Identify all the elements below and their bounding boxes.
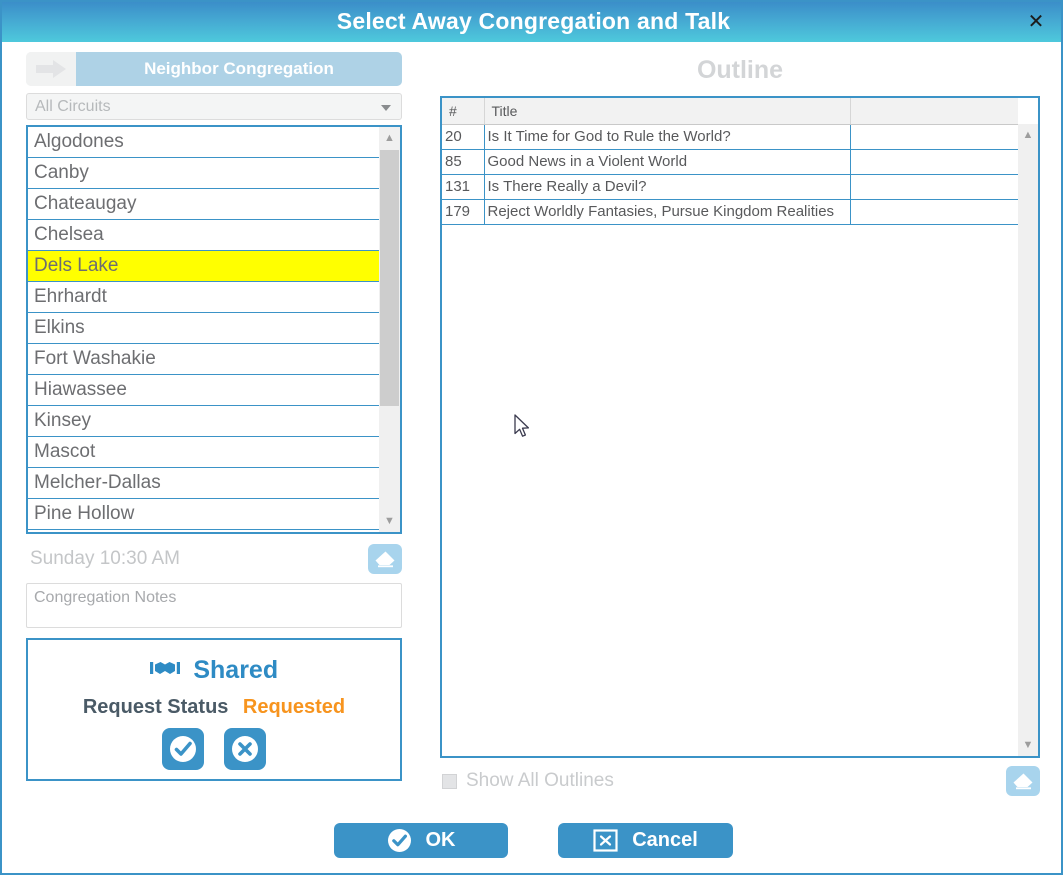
shared-heading: Shared bbox=[28, 656, 400, 685]
request-status-label: Request Status bbox=[82, 696, 229, 718]
column-header-title[interactable]: Title bbox=[484, 98, 851, 125]
cell-title: Good News in a Violent World bbox=[484, 149, 851, 175]
congregation-list[interactable]: Algodones Canby Chateaugay Chelsea Dels Lake… bbox=[26, 125, 402, 534]
outline-scrollbar[interactable]: ▲ ▼ bbox=[1018, 124, 1038, 756]
list-item[interactable]: Kinsey bbox=[28, 406, 379, 437]
list-item[interactable]: Mascot bbox=[28, 437, 379, 468]
column-header-extra[interactable] bbox=[850, 98, 1018, 125]
cell-extra bbox=[850, 174, 1018, 200]
table-row[interactable]: 20 Is It Time for God to Rule the World? bbox=[442, 124, 1018, 150]
cell-extra bbox=[850, 199, 1018, 225]
clear-outline-button[interactable] bbox=[1006, 766, 1040, 796]
cell-number: 131 bbox=[442, 174, 485, 200]
meeting-time-row: Sunday 10:30 AM bbox=[26, 542, 402, 576]
request-status-row: Request Status Requested bbox=[28, 696, 400, 719]
check-circle-icon bbox=[387, 828, 412, 853]
list-item[interactable]: Ehrhardt bbox=[28, 282, 379, 313]
request-status-value: Requested bbox=[242, 696, 346, 718]
chevron-down-icon bbox=[381, 105, 391, 111]
outline-table: # Title 20 Is It Time for God to Rule the… bbox=[442, 98, 1018, 225]
congregation-notes-input[interactable]: Congregation Notes bbox=[26, 583, 402, 628]
scroll-down-icon[interactable]: ▼ bbox=[379, 510, 400, 532]
right-panel: Outline # Title 20 Is It Time for God to … bbox=[440, 52, 1040, 798]
tab-neighbor-congregation[interactable]: Neighbor Congregation bbox=[26, 52, 402, 86]
handshake-icon bbox=[149, 658, 180, 683]
arrow-right-icon bbox=[26, 52, 76, 86]
shared-status-panel: Shared Request Status Requested bbox=[26, 638, 402, 781]
scrollbar-thumb[interactable] bbox=[380, 150, 399, 406]
column-header-number[interactable]: # bbox=[442, 98, 485, 125]
list-item[interactable]: Chelsea bbox=[28, 220, 379, 251]
list-item[interactable]: Elkins bbox=[28, 313, 379, 344]
title-bar: Select Away Congregation and Talk ✕ bbox=[2, 2, 1061, 42]
list-item[interactable]: Hiawassee bbox=[28, 375, 379, 406]
dialog-title: Select Away Congregation and Talk bbox=[336, 8, 731, 34]
cancel-button[interactable]: Cancel bbox=[558, 823, 733, 858]
eraser-icon bbox=[1013, 773, 1033, 790]
list-item[interactable]: Canby bbox=[28, 158, 379, 189]
meeting-time-value: Sunday 10:30 AM bbox=[30, 548, 180, 569]
tab-neighbor-congregation-label: Neighbor Congregation bbox=[76, 52, 402, 86]
outline-table-container: # Title 20 Is It Time for God to Rule the… bbox=[440, 96, 1040, 758]
decline-request-button[interactable] bbox=[223, 728, 266, 770]
outline-table-header-row: # Title bbox=[442, 98, 1018, 125]
left-panel: Neighbor Congregation All Circuits Algod… bbox=[26, 52, 402, 781]
list-item[interactable]: Melcher-Dallas bbox=[28, 468, 379, 499]
ok-button-label: OK bbox=[425, 829, 456, 851]
show-all-outlines-toggle[interactable]: Show All Outlines bbox=[442, 764, 614, 798]
x-circle-icon bbox=[231, 736, 258, 762]
cell-title: Is It Time for God to Rule the World? bbox=[484, 124, 851, 150]
check-circle-icon bbox=[170, 736, 197, 762]
scroll-up-icon[interactable]: ▲ bbox=[379, 127, 400, 149]
scroll-up-icon[interactable]: ▲ bbox=[1018, 124, 1038, 146]
congregation-notes-placeholder: Congregation Notes bbox=[34, 589, 177, 606]
dialog-window: Select Away Congregation and Talk ✕ Neig… bbox=[0, 0, 1063, 875]
cell-title: Is There Really a Devil? bbox=[484, 174, 851, 200]
table-row[interactable]: 85 Good News in a Violent World bbox=[442, 149, 1018, 175]
cell-number: 20 bbox=[442, 124, 485, 150]
accept-request-button[interactable] bbox=[162, 728, 205, 770]
close-icon[interactable]: ✕ bbox=[1021, 8, 1051, 36]
show-all-outlines-checkbox[interactable] bbox=[442, 773, 457, 789]
shared-title: Shared bbox=[193, 656, 279, 684]
outline-heading: Outline bbox=[696, 56, 784, 84]
list-item[interactable]: Algodones bbox=[28, 127, 379, 158]
outline-footer-row: Show All Outlines bbox=[440, 764, 1040, 798]
list-item[interactable]: Dels Lake bbox=[28, 251, 379, 282]
scroll-down-icon[interactable]: ▼ bbox=[1018, 734, 1038, 756]
ok-button[interactable]: OK bbox=[334, 823, 508, 858]
request-action-buttons bbox=[28, 728, 400, 770]
congregation-list-scrollbar[interactable]: ▲ ▼ bbox=[379, 127, 400, 532]
clear-time-button[interactable] bbox=[368, 544, 402, 574]
dialog-footer: OK Cancel bbox=[2, 820, 1061, 864]
circuit-filter-dropdown[interactable]: All Circuits bbox=[26, 93, 402, 120]
congregation-list-items: Algodones Canby Chateaugay Chelsea Dels Lake… bbox=[28, 127, 379, 532]
show-all-outlines-label: Show All Outlines bbox=[466, 770, 614, 791]
cell-title: Reject Worldly Fantasies, Pursue Kingdom… bbox=[484, 199, 851, 225]
circuit-filter-value: All Circuits bbox=[35, 98, 111, 115]
outline-table-body: 20 Is It Time for God to Rule the World? 8… bbox=[442, 124, 1018, 225]
cancel-button-label: Cancel bbox=[632, 829, 698, 851]
cell-number: 179 bbox=[442, 199, 485, 225]
list-item[interactable]: Chateaugay bbox=[28, 189, 379, 220]
list-item[interactable]: Fort Washakie bbox=[28, 344, 379, 375]
table-row[interactable]: 131 Is There Really a Devil? bbox=[442, 174, 1018, 200]
x-square-icon bbox=[593, 828, 618, 853]
eraser-icon bbox=[375, 551, 395, 568]
cell-number: 85 bbox=[442, 149, 485, 175]
table-row[interactable]: 179 Reject Worldly Fantasies, Pursue King… bbox=[442, 199, 1018, 225]
list-item[interactable]: Pine Hollow bbox=[28, 499, 379, 530]
cell-extra bbox=[850, 124, 1018, 150]
cell-extra bbox=[850, 149, 1018, 175]
